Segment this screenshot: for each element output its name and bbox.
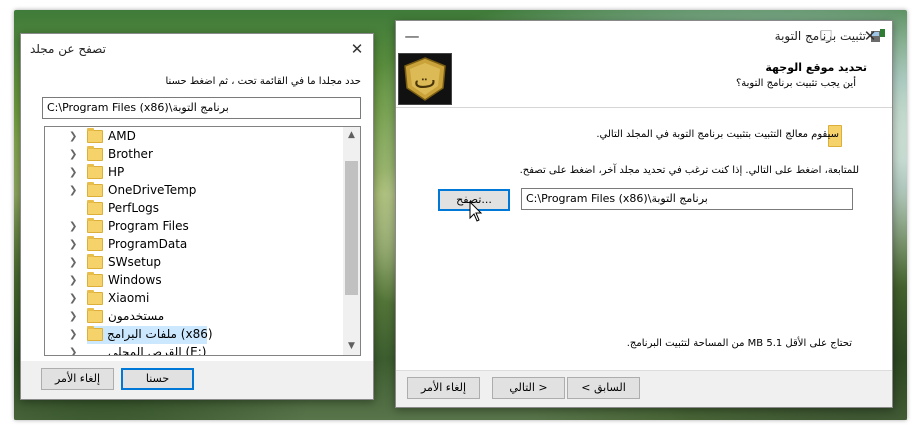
chevron-right-icon[interactable]: ❯ — [69, 275, 77, 286]
chevron-right-icon[interactable]: ❯ — [69, 311, 77, 322]
tree-item-label: PerfLogs — [108, 201, 160, 215]
tree-item[interactable]: ❯ Brother — [45, 146, 345, 164]
browse-instruction: حدد مجلدا ما في القائمة تحت ، ثم اضغط حس… — [165, 76, 362, 87]
ok-button[interactable]: حسنا — [121, 368, 194, 390]
folder-path-field[interactable]: C:\Program Files (x86)\برنامج التوبة — [42, 97, 361, 119]
tree-item-label: القرص المحلي (E:) — [108, 345, 207, 356]
tree-item-label: ملفات البرامج (x86) — [107, 327, 213, 341]
install-intro-text: سيقوم معالج التثبيت بتثبيت برنامج التوبة… — [596, 129, 839, 140]
folder-icon — [87, 128, 103, 143]
minimize-icon[interactable]: — — [398, 25, 426, 47]
next-button[interactable]: التالي > — [492, 377, 565, 399]
chevron-right-icon[interactable]: ❯ — [69, 131, 77, 142]
folder-icon — [87, 290, 103, 305]
folder-icon — [87, 272, 103, 287]
tree-item-label: Program Files — [108, 219, 189, 233]
chevron-right-icon[interactable]: ❯ — [69, 257, 77, 268]
tree-item-label: Brother — [108, 147, 153, 161]
continue-instruction-text: للمتابعة، اضغط على التالي. إذا كنت ترغب … — [519, 165, 859, 176]
app-logo: ت — [398, 53, 452, 105]
folder-icon — [87, 146, 103, 161]
tree-item[interactable]: ❯ مستخدمون — [45, 308, 345, 326]
folder-icon — [87, 200, 103, 215]
tree-item[interactable]: ❯ Xiaomi — [45, 290, 345, 308]
installer-titlebar: تثبيت برنامج التوبة — ☐ ✕ — [396, 21, 892, 51]
tree-item-label: SWsetup — [108, 255, 162, 269]
tree-item[interactable]: ❯ AMD — [45, 128, 345, 146]
tree-scrollbar[interactable]: ▲ ▼ — [343, 127, 360, 355]
chevron-right-icon[interactable]: ❯ — [69, 221, 77, 232]
tree-item-label: Windows — [108, 273, 162, 287]
chevron-right-icon[interactable]: ❯ — [69, 167, 77, 178]
folder-icon — [87, 254, 103, 269]
tree-item[interactable]: ❯ Windows — [45, 272, 345, 290]
page-subtitle: أين يجب تثبيت برنامج التوبة؟ — [735, 78, 856, 89]
browse-folder-dialog: تصفح عن مجلد ✕ حدد مجلدا ما في القائمة ت… — [20, 33, 374, 400]
scroll-up-arrow-icon[interactable]: ▲ — [343, 127, 360, 144]
folder-icon — [87, 218, 103, 233]
logo-glyph: ت — [414, 66, 437, 94]
tree-item-label: ProgramData — [108, 237, 188, 251]
tree-item-label: HP — [108, 165, 125, 179]
tree-item[interactable]: PerfLogs — [45, 200, 345, 218]
tree-item[interactable]: ❯ ProgramData — [45, 236, 345, 254]
tree-item-label: Xiaomi — [108, 291, 150, 305]
disk-space-note: تحتاج على الأقل MB 5.1 من المساحة لتثبيت… — [626, 338, 852, 349]
folder-icon — [87, 182, 103, 197]
chevron-right-icon[interactable]: ❯ — [69, 149, 77, 160]
maximize-icon: ☐ — [819, 27, 833, 45]
folder-icon — [87, 236, 103, 251]
tree-item-label: مستخدمون — [108, 309, 165, 323]
mouse-cursor-icon — [469, 201, 483, 222]
browse-titlebar: تصفح عن مجلد ✕ — [21, 34, 373, 64]
tree-item[interactable]: ❯ SWsetup — [45, 254, 345, 272]
install-path-field[interactable]: C:\Program Files (x86)\برنامج التوبة — [521, 188, 853, 210]
scroll-down-arrow-icon[interactable]: ▼ — [343, 338, 360, 355]
chevron-right-icon[interactable]: ❯ — [69, 329, 77, 340]
scroll-thumb[interactable] — [345, 161, 358, 295]
folder-tree[interactable]: ❯ AMD ❯ Brother ❯ HP ❯ OneDriveTemp Perf… — [44, 126, 361, 356]
wizard-header: ت تحديد موقع الوجهة أين يجب تثبيت برنامج… — [396, 51, 892, 108]
tree-item[interactable]: ❯ OneDriveTemp — [45, 182, 345, 200]
chevron-right-icon[interactable]: ❯ — [69, 347, 77, 355]
cancel-button[interactable]: إلغاء الأمر — [41, 368, 114, 390]
browse-title: تصفح عن مجلد — [30, 42, 106, 56]
tree-item-selected[interactable]: ❯ ملفات البرامج (x86) — [69, 326, 213, 344]
page-title: تحديد موقع الوجهة — [765, 61, 867, 74]
cancel-button[interactable]: إلغاء الأمر — [407, 377, 480, 399]
folder-icon — [87, 308, 103, 323]
chevron-right-icon[interactable]: ❯ — [69, 239, 77, 250]
tree-item[interactable]: ❯ HP — [45, 164, 345, 182]
folder-icon — [87, 164, 103, 179]
folder-icon — [87, 326, 103, 341]
back-button[interactable]: < السابق — [567, 377, 640, 399]
tree-item-label: OneDriveTemp — [108, 183, 197, 197]
chevron-right-icon[interactable]: ❯ — [69, 293, 77, 304]
close-icon[interactable]: ✕ — [343, 38, 371, 60]
tree-item-label: AMD — [108, 129, 136, 143]
tree-item[interactable]: ❯ القرص المحلي (E:) — [45, 344, 345, 356]
close-icon[interactable]: ✕ — [856, 25, 884, 47]
chevron-right-icon[interactable]: ❯ — [69, 185, 77, 196]
tree-item[interactable]: ❯ Program Files — [45, 218, 345, 236]
